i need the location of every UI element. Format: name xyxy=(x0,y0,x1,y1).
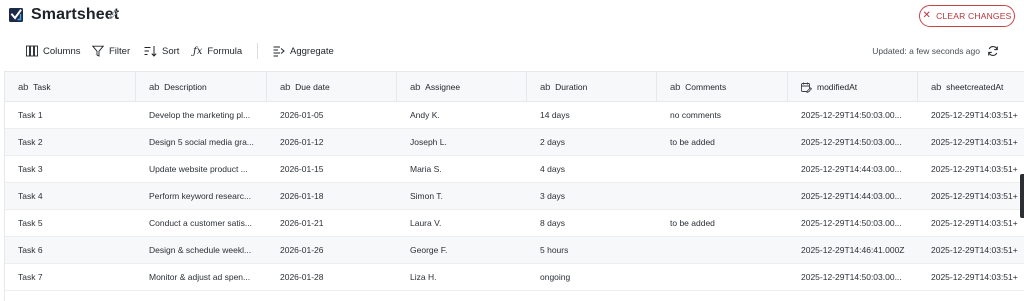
column-header-duration[interactable]: ab Duration xyxy=(527,72,657,102)
table-row[interactable]: Task 5 Conduct a customer satis... 2026-… xyxy=(5,210,1024,237)
horizontal-scroll-handle[interactable] xyxy=(1020,174,1024,218)
table-row[interactable]: Task 4 Perform keyword researc... 2026-0… xyxy=(5,183,1024,210)
formula-icon: ƒx xyxy=(193,45,203,57)
table-row[interactable]: Task 1 Develop the marketing pl... 2026-… xyxy=(5,102,1024,129)
refresh-icon[interactable] xyxy=(987,45,999,57)
aggregate-button[interactable]: Aggregate xyxy=(273,43,334,59)
columns-icon xyxy=(26,45,38,57)
filter-label: Filter xyxy=(109,45,131,57)
text-type-icon: ab xyxy=(149,81,160,93)
filter-icon xyxy=(92,45,104,57)
grid-header: ab Task ab Description ab Due date ab As… xyxy=(5,72,1024,102)
aggregate-icon xyxy=(273,46,285,57)
pencil-icon[interactable] xyxy=(108,9,119,20)
clear-changes-label: CLEAR CHANGES xyxy=(936,11,1012,21)
calendar-edit-icon xyxy=(801,82,812,93)
formula-label: Formula xyxy=(207,45,243,57)
text-type-icon: ab xyxy=(670,81,681,93)
column-header-task[interactable]: ab Task xyxy=(5,72,136,102)
table-row[interactable]: Task 6 Design & schedule weekl... 2026-0… xyxy=(5,237,1024,264)
text-type-icon: ab xyxy=(280,81,291,93)
column-header-assignee[interactable]: ab Assignee xyxy=(397,72,527,102)
smartsheet-logo xyxy=(9,8,23,22)
table-row[interactable]: Task 7 Monitor & adjust ad spen... 2026-… xyxy=(5,264,1024,291)
aggregate-label: Aggregate xyxy=(290,45,334,57)
column-header-due-date[interactable]: ab Due date xyxy=(267,72,397,102)
column-header-comments[interactable]: ab Comments xyxy=(657,72,788,102)
sort-icon xyxy=(144,46,157,57)
table-row[interactable]: Task 2 Design 5 social media gra... 2026… xyxy=(5,129,1024,156)
close-icon: ✕ xyxy=(922,10,932,21)
data-grid: ab Task ab Description ab Due date ab As… xyxy=(4,71,1024,301)
column-header-description[interactable]: ab Description xyxy=(136,72,267,102)
text-type-icon: ab xyxy=(540,81,551,93)
app-title: Smartsheet xyxy=(31,6,120,23)
app-header: Smartsheet ✕ CLEAR CHANGES xyxy=(0,0,1024,33)
filter-button[interactable]: Filter xyxy=(92,43,130,59)
text-type-icon: ab xyxy=(18,81,29,93)
formula-button[interactable]: ƒx Formula xyxy=(193,43,242,59)
column-header-modifiedat[interactable]: modifiedAt xyxy=(788,72,918,102)
column-header-sheetcreatedat[interactable]: ab sheetcreatedAt xyxy=(918,72,1024,102)
sort-button[interactable]: Sort xyxy=(144,43,179,59)
text-type-icon: ab xyxy=(410,81,421,93)
toolbar: Columns Filter Sort ƒx Formula Aggregate… xyxy=(0,38,1024,64)
table-row[interactable]: Task 3 Update website product ... 2026-0… xyxy=(5,156,1024,183)
updated-status: Updated: a few seconds ago xyxy=(872,46,980,56)
toolbar-divider xyxy=(257,43,258,59)
text-type-icon: ab xyxy=(931,81,942,93)
sort-label: Sort xyxy=(162,45,180,57)
columns-label: Columns xyxy=(43,45,81,57)
clear-changes-button[interactable]: ✕ CLEAR CHANGES xyxy=(919,5,1015,27)
columns-button[interactable]: Columns xyxy=(26,43,81,59)
